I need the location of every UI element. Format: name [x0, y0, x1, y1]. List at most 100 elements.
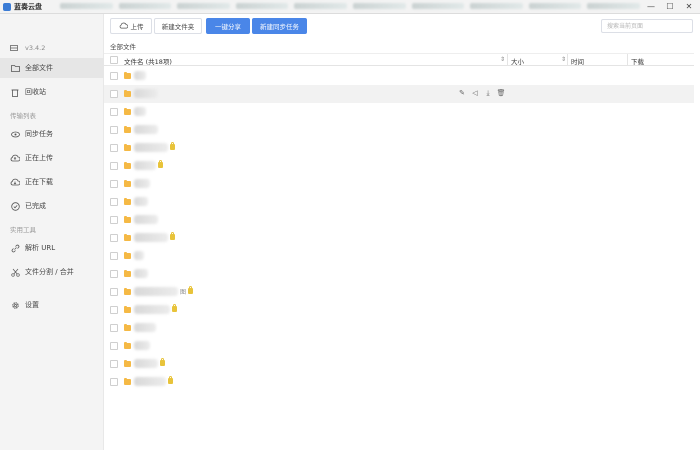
row-checkbox[interactable]: [110, 306, 118, 314]
table-row[interactable]: [104, 175, 694, 193]
file-name-redacted[interactable]: [134, 179, 150, 188]
table-row[interactable]: [104, 337, 694, 355]
folder-icon: [124, 179, 131, 187]
select-all-checkbox[interactable]: [110, 56, 118, 64]
sidebar-item-settings[interactable]: 设置: [0, 295, 104, 315]
file-name-redacted[interactable]: [134, 125, 158, 134]
sort-arrows-icon[interactable]: ⇕: [500, 56, 505, 63]
folder-open-icon: [10, 63, 20, 73]
row-checkbox[interactable]: [110, 198, 118, 206]
folder-icon: [124, 143, 131, 151]
table-row[interactable]: [104, 139, 694, 157]
lock-icon: [160, 358, 165, 366]
table-row[interactable]: [104, 301, 694, 319]
file-name-redacted[interactable]: [134, 359, 158, 368]
sidebar-item-recycle-bin[interactable]: 回收站: [0, 82, 104, 102]
sidebar-item-downloading[interactable]: 正在下载: [0, 172, 104, 192]
close-button[interactable]: ✕: [680, 1, 698, 12]
folder-icon: [124, 125, 131, 133]
column-header-name[interactable]: 文件名 (共18项): [124, 56, 172, 66]
sidebar-item-label: 回收站: [25, 88, 46, 96]
row-checkbox[interactable]: [110, 324, 118, 332]
table-row[interactable]: [104, 319, 694, 337]
row-checkbox[interactable]: [110, 126, 118, 134]
file-name-redacted[interactable]: [134, 233, 168, 242]
toolbar: 上传 新建文件夹 一键分享 新建同步任务: [104, 14, 700, 40]
row-checkbox[interactable]: [110, 252, 118, 260]
edit-icon[interactable]: ✎: [458, 89, 466, 98]
file-name-redacted[interactable]: [134, 341, 150, 350]
file-name-redacted[interactable]: [134, 143, 168, 152]
file-name-redacted[interactable]: [134, 107, 146, 116]
row-checkbox[interactable]: [110, 342, 118, 350]
folder-icon: [124, 287, 131, 295]
folder-icon: [124, 305, 131, 313]
sidebar-item-completed[interactable]: 已完成: [0, 196, 104, 216]
sort-arrows-icon[interactable]: ⇕: [561, 56, 566, 63]
delete-icon[interactable]: 🗑: [497, 89, 506, 98]
row-checkbox[interactable]: [110, 288, 118, 296]
folder-icon: [124, 107, 131, 115]
share-icon[interactable]: ◁: [471, 89, 479, 98]
new-sync-task-button[interactable]: 新建同步任务: [252, 18, 307, 34]
file-name-redacted[interactable]: [134, 197, 148, 206]
column-header-size[interactable]: 大小: [511, 56, 524, 66]
lock-icon: [158, 160, 163, 168]
folder-icon: [124, 341, 131, 349]
maximize-button[interactable]: ☐: [661, 1, 679, 12]
column-header-time[interactable]: 时间: [571, 56, 584, 66]
row-checkbox[interactable]: [110, 360, 118, 368]
table-row[interactable]: [104, 67, 694, 85]
folder-icon: [124, 377, 131, 385]
sidebar-item-all-files[interactable]: 全部文件: [0, 58, 104, 78]
new-folder-button[interactable]: 新建文件夹: [154, 18, 202, 34]
table-row[interactable]: [104, 193, 694, 211]
table-row[interactable]: 图: [104, 283, 694, 301]
search-input[interactable]: [601, 19, 693, 33]
row-checkbox[interactable]: [110, 180, 118, 188]
table-row[interactable]: [104, 121, 694, 139]
row-checkbox[interactable]: [110, 90, 118, 98]
row-checkbox[interactable]: [110, 378, 118, 386]
row-checkbox[interactable]: [110, 234, 118, 242]
table-row[interactable]: [104, 373, 694, 391]
file-name-redacted[interactable]: [134, 161, 156, 170]
sidebar-item-uploading[interactable]: 正在上传: [0, 148, 104, 168]
row-checkbox[interactable]: [110, 270, 118, 278]
row-checkbox[interactable]: [110, 72, 118, 80]
minimize-button[interactable]: —: [642, 1, 660, 12]
file-name-redacted[interactable]: [134, 377, 166, 386]
file-name-redacted[interactable]: [134, 251, 144, 260]
file-name-redacted[interactable]: [134, 89, 158, 98]
file-name-redacted[interactable]: [134, 215, 158, 224]
upload-button[interactable]: 上传: [110, 18, 152, 34]
table-row[interactable]: ✎ ◁ ⤓ 🗑: [104, 85, 694, 103]
table-row[interactable]: [104, 229, 694, 247]
row-checkbox[interactable]: [110, 108, 118, 116]
one-click-share-button[interactable]: 一键分享: [206, 18, 250, 34]
sidebar-item-split-merge[interactable]: 文件分割 / 合并: [0, 262, 104, 282]
row-checkbox[interactable]: [110, 144, 118, 152]
column-header-download[interactable]: 下载: [631, 56, 644, 66]
download-icon[interactable]: ⤓: [484, 89, 492, 98]
table-row[interactable]: [104, 265, 694, 283]
file-name-redacted[interactable]: [134, 71, 146, 80]
file-name-redacted[interactable]: [134, 323, 156, 332]
cloud-upload-icon: [10, 153, 20, 163]
section-tools-label: 实用工具: [10, 226, 36, 234]
sidebar-item-parse-url[interactable]: 解析 URL: [0, 238, 104, 258]
sidebar-item-label: 已完成: [25, 202, 46, 210]
sidebar-item-sync-tasks[interactable]: 同步任务: [0, 124, 104, 144]
table-row[interactable]: [104, 103, 694, 121]
table-row[interactable]: [104, 355, 694, 373]
row-checkbox[interactable]: [110, 216, 118, 224]
version-label: v3.4.2: [10, 44, 45, 52]
row-checkbox[interactable]: [110, 162, 118, 170]
file-name-redacted[interactable]: [134, 287, 178, 296]
table-row[interactable]: [104, 157, 694, 175]
table-row[interactable]: [104, 247, 694, 265]
file-name-redacted[interactable]: [134, 305, 170, 314]
eye-icon: [10, 129, 20, 139]
file-name-redacted[interactable]: [134, 269, 148, 278]
table-row[interactable]: [104, 211, 694, 229]
